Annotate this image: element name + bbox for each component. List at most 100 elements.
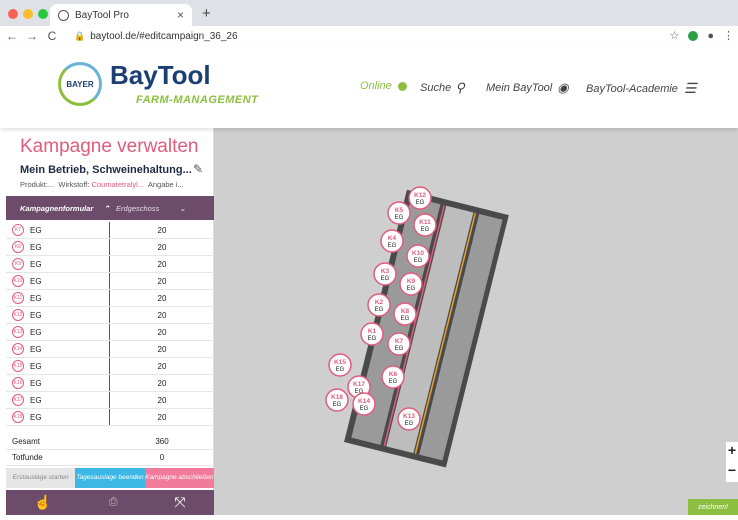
bait-marker[interactable]: K6EG bbox=[381, 365, 405, 389]
table-row[interactable]: K7 EG 20 bbox=[6, 222, 214, 239]
bait-marker[interactable]: K14EG bbox=[352, 392, 376, 416]
station-badge: K17 bbox=[12, 394, 24, 406]
marker-label: K1 bbox=[368, 328, 377, 335]
zoom-in-icon[interactable]: + bbox=[726, 442, 738, 458]
floor-select[interactable]: Erdgeschoss ⌄ bbox=[116, 204, 186, 213]
bait-marker[interactable]: K15EG bbox=[328, 353, 352, 377]
row-value[interactable]: 20 bbox=[110, 243, 214, 252]
edit-pencil-icon[interactable]: ✎ bbox=[193, 162, 203, 176]
bookmark-star-icon[interactable]: ☆ bbox=[669, 29, 679, 42]
my-baytool-link[interactable]: Mein BayTool ◉ bbox=[486, 80, 569, 96]
row-value[interactable]: 20 bbox=[110, 396, 214, 405]
profile-icon[interactable]: ● bbox=[707, 30, 714, 42]
pointer-hand-icon[interactable]: ☝ bbox=[34, 494, 51, 511]
table-row[interactable]: K9 EG 20 bbox=[6, 256, 214, 273]
bait-marker[interactable]: K4EG bbox=[380, 229, 404, 253]
table-row[interactable]: K18 EG 20 bbox=[6, 409, 214, 426]
row-value[interactable]: 20 bbox=[110, 260, 214, 269]
window-controls[interactable] bbox=[8, 9, 48, 19]
bait-marker[interactable]: K13EG bbox=[397, 407, 421, 431]
start-initial-bait-button[interactable]: Erstauslage starten bbox=[6, 468, 76, 488]
bait-marker[interactable]: K11EG bbox=[413, 213, 437, 237]
row-value[interactable]: 20 bbox=[110, 362, 214, 371]
table-row[interactable]: K14 EG 20 bbox=[6, 341, 214, 358]
row-label: EG bbox=[30, 259, 42, 269]
new-tab-button[interactable]: + bbox=[202, 5, 211, 22]
station-badge: K10 bbox=[12, 275, 24, 287]
extension-icon[interactable] bbox=[688, 30, 699, 41]
search-link[interactable]: Suche ⚲ bbox=[420, 80, 465, 96]
minimize-window-icon[interactable] bbox=[23, 9, 33, 19]
marker-floor: EG bbox=[416, 200, 425, 206]
station-badge: K9 bbox=[12, 258, 24, 270]
bait-marker[interactable]: K5EG bbox=[387, 201, 411, 225]
info-label: Angabe i... bbox=[147, 180, 184, 189]
station-badge: K11 bbox=[12, 292, 24, 304]
table-row[interactable]: K17 EG 20 bbox=[6, 392, 214, 409]
forward-icon[interactable]: → bbox=[24, 29, 40, 43]
table-row[interactable]: K12 EG 20 bbox=[6, 307, 214, 324]
table-row[interactable]: K8 EG 20 bbox=[6, 239, 214, 256]
close-tab-icon[interactable]: × bbox=[177, 8, 184, 22]
zoom-out-icon[interactable]: − bbox=[726, 462, 738, 478]
station-badge: K15 bbox=[12, 360, 24, 372]
row-value[interactable]: 20 bbox=[110, 379, 214, 388]
maximize-window-icon[interactable] bbox=[38, 9, 48, 19]
fullscreen-icon[interactable]: ⤧ bbox=[174, 494, 185, 511]
tab-campaign-form[interactable]: Kampagnenformular ⌃ bbox=[6, 204, 110, 213]
back-icon[interactable]: ← bbox=[4, 29, 20, 43]
print-icon[interactable]: ⎙ bbox=[109, 496, 118, 509]
marker-label: K10 bbox=[412, 250, 424, 257]
table-row[interactable]: K13 EG 20 bbox=[6, 324, 214, 341]
row-value[interactable]: 20 bbox=[110, 345, 214, 354]
bait-marker[interactable]: K18EG bbox=[325, 388, 349, 412]
active-ingredient-value: Coumatetralyl... bbox=[91, 180, 145, 189]
row-key: K18 EG bbox=[6, 409, 110, 425]
row-value[interactable]: 20 bbox=[110, 226, 214, 235]
bait-marker[interactable]: K12EG bbox=[408, 186, 432, 210]
address-bar: ← → C 🔒 baytool.de/#editcampaign_36_26 ☆… bbox=[0, 26, 738, 46]
row-value[interactable]: 20 bbox=[110, 311, 214, 320]
row-label: EG bbox=[30, 276, 42, 286]
hamburger-menu-icon[interactable]: ☰ bbox=[684, 80, 697, 97]
bait-marker[interactable]: K1EG bbox=[360, 322, 384, 346]
browser-chrome: BayTool Pro × + ← → C 🔒 baytool.de/#edit… bbox=[0, 0, 738, 46]
bait-marker[interactable]: K3EG bbox=[373, 262, 397, 286]
chevron-down-icon[interactable]: ⌄ bbox=[179, 204, 185, 213]
academy-link[interactable]: BayTool-Academie ☰ bbox=[586, 80, 696, 97]
draw-button[interactable]: zeichnen! bbox=[688, 499, 738, 515]
online-status: Online bbox=[360, 80, 407, 92]
row-value[interactable]: 20 bbox=[110, 328, 214, 337]
close-window-icon[interactable] bbox=[8, 9, 18, 19]
row-value[interactable]: 20 bbox=[110, 277, 214, 286]
search-icon: ⚲ bbox=[455, 80, 465, 95]
table-row[interactable]: K16 EG 20 bbox=[6, 375, 214, 392]
bait-marker[interactable]: K9EG bbox=[399, 272, 423, 296]
table-row[interactable]: K10 EG 20 bbox=[6, 273, 214, 290]
finish-campaign-button[interactable]: Kampagne abschließen bbox=[144, 468, 214, 488]
table-row[interactable]: K15 EG 20 bbox=[6, 358, 214, 375]
bait-marker[interactable]: K2EG bbox=[367, 293, 391, 317]
url-field[interactable]: 🔒 baytool.de/#editcampaign_36_26 bbox=[74, 28, 654, 44]
barn-floorplan[interactable]: K12EGK5EGK11EGK4EGK10EGK3EG K9EGK2EG K8EGK… bbox=[214, 128, 738, 515]
bait-marker[interactable]: K7EG bbox=[387, 332, 411, 356]
row-key: K11 EG bbox=[6, 290, 110, 306]
bait-marker[interactable]: K10EG bbox=[406, 244, 430, 268]
table-row[interactable]: K11 EG 20 bbox=[6, 290, 214, 307]
dead-finds-value: 0 bbox=[159, 453, 165, 462]
online-dot-icon bbox=[397, 81, 407, 91]
chevron-up-icon[interactable]: ⌃ bbox=[103, 204, 109, 213]
station-badge: K12 bbox=[12, 309, 24, 321]
bait-marker[interactable]: K8EG bbox=[393, 302, 417, 326]
reload-icon[interactable]: C bbox=[44, 29, 60, 43]
row-key: K16 EG bbox=[6, 375, 110, 391]
marker-floor: EG bbox=[375, 307, 384, 313]
browser-tab[interactable]: BayTool Pro × bbox=[50, 4, 192, 26]
menu-dots-icon[interactable]: ⋮ bbox=[723, 29, 734, 42]
end-daily-bait-button[interactable]: Tagesauslage beenden bbox=[75, 468, 145, 488]
marker-floor: EG bbox=[389, 379, 398, 385]
marker-label: K15 bbox=[334, 359, 346, 366]
map-canvas[interactable]: K12 EG K5 EG K11 EG K4 EG K10 EG K3 EG K9 EG K2 EG K8 EG K… bbox=[214, 128, 738, 515]
row-value[interactable]: 20 bbox=[110, 294, 214, 303]
row-value[interactable]: 20 bbox=[110, 413, 214, 422]
